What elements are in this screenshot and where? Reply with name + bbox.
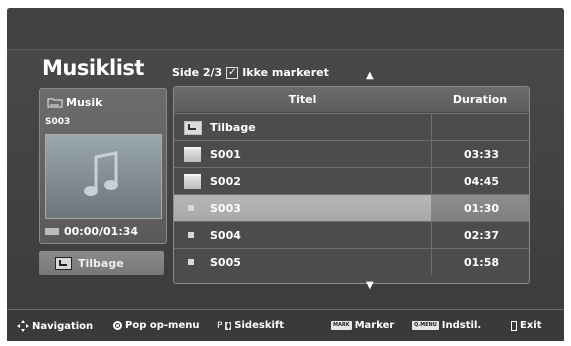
ok-button-icon <box>113 321 122 330</box>
help-mark-label: Marker <box>354 320 395 331</box>
back-icon <box>55 256 72 270</box>
page-title: Musiklist <box>42 56 144 80</box>
help-page-label: Sideskift <box>234 320 285 331</box>
music-note-icon <box>84 151 118 196</box>
current-file-label: S003 <box>45 117 71 127</box>
playback-time: 00:00/01:34 <box>45 225 138 238</box>
help-page: P ▲ ▼ Sideskift <box>217 320 284 331</box>
help-navigation-label: Navigation <box>32 320 94 332</box>
page-updown-icon: ▲ ▼ <box>225 320 232 331</box>
album-art <box>45 134 162 219</box>
table-row[interactable]: S005 01:58 <box>174 248 529 275</box>
page-key-label: P <box>217 320 223 331</box>
column-divider <box>431 114 432 140</box>
help-exit: Exit <box>511 320 542 331</box>
row-name: S004 <box>210 229 241 242</box>
mark-checkbox[interactable]: ✓ <box>226 66 239 79</box>
table-row-back[interactable]: Tilbage <box>174 113 529 140</box>
back-folder-icon <box>184 121 202 135</box>
folder-icon <box>184 147 201 162</box>
table-row-selected[interactable]: S003 01:30 <box>174 194 529 221</box>
help-exit-label: Exit <box>520 320 542 331</box>
qmenu-key-icon: Q.MENU <box>412 321 439 330</box>
checkbox-label: Ikke markeret <box>242 66 329 79</box>
time-value: 00:00/01:34 <box>64 225 139 238</box>
folder-icon <box>184 174 201 189</box>
column-divider <box>431 141 432 167</box>
help-navigation: Navigation <box>17 320 93 332</box>
page-indicator: Side 2/3 <box>172 66 223 79</box>
folder-name: Musik <box>66 96 103 109</box>
row-duration: 02:37 <box>463 229 499 242</box>
back-button-label: Tilbage <box>78 256 124 270</box>
exit-key-icon <box>511 320 517 331</box>
row-name: S002 <box>210 175 241 188</box>
row-duration: 03:33 <box>463 148 499 161</box>
table-row[interactable]: S002 04:45 <box>174 167 529 194</box>
row-name: S005 <box>210 256 241 269</box>
navigation-arrows-icon <box>17 320 29 332</box>
back-button[interactable]: Tilbage <box>39 251 164 275</box>
table-row[interactable]: S001 03:33 <box>174 140 529 167</box>
top-band <box>7 8 564 50</box>
table-row[interactable]: S004 02:37 <box>174 221 529 248</box>
help-popup-label: Pop op-menu <box>125 320 200 331</box>
mark-key-icon: MARK <box>331 321 352 330</box>
table-header: Titel Duration <box>174 87 529 112</box>
music-file-icon <box>188 259 194 265</box>
music-table: Titel Duration Tilbage S001 03:33 S002 0… <box>173 86 530 284</box>
column-divider <box>431 168 432 194</box>
help-mark: MARK Marker <box>331 320 394 331</box>
row-duration: 04:45 <box>463 175 499 188</box>
help-settings-label: Indstil. <box>441 320 482 331</box>
column-divider <box>431 222 432 248</box>
row-duration: 01:30 <box>463 202 499 215</box>
folder-icon <box>47 98 63 108</box>
page-info: Side 2/3 ✓ Ikke markeret <box>172 66 329 79</box>
row-name: Tilbage <box>210 121 256 134</box>
folder-label: Musik <box>47 96 102 109</box>
help-bar: Navigation Pop op-menu P ▲ ▼ Sideskift MA… <box>7 309 564 341</box>
scroll-down-arrow-icon[interactable]: ▼ <box>366 280 374 291</box>
row-name: S003 <box>210 202 241 215</box>
scroll-up-arrow-icon[interactable]: ▲ <box>366 70 374 81</box>
column-header-title: Titel <box>288 93 317 106</box>
help-settings: Q.MENU Indstil. <box>412 320 481 331</box>
column-header-duration: Duration <box>452 93 508 106</box>
stop-icon <box>45 228 59 235</box>
music-file-icon <box>188 205 194 211</box>
help-popup: Pop op-menu <box>113 320 199 331</box>
row-name: S001 <box>210 148 241 161</box>
music-file-icon <box>188 232 194 238</box>
column-divider <box>431 249 432 275</box>
row-duration: 01:58 <box>463 256 499 269</box>
preview-panel: Musik S003 00:00/01:34 <box>39 88 167 244</box>
